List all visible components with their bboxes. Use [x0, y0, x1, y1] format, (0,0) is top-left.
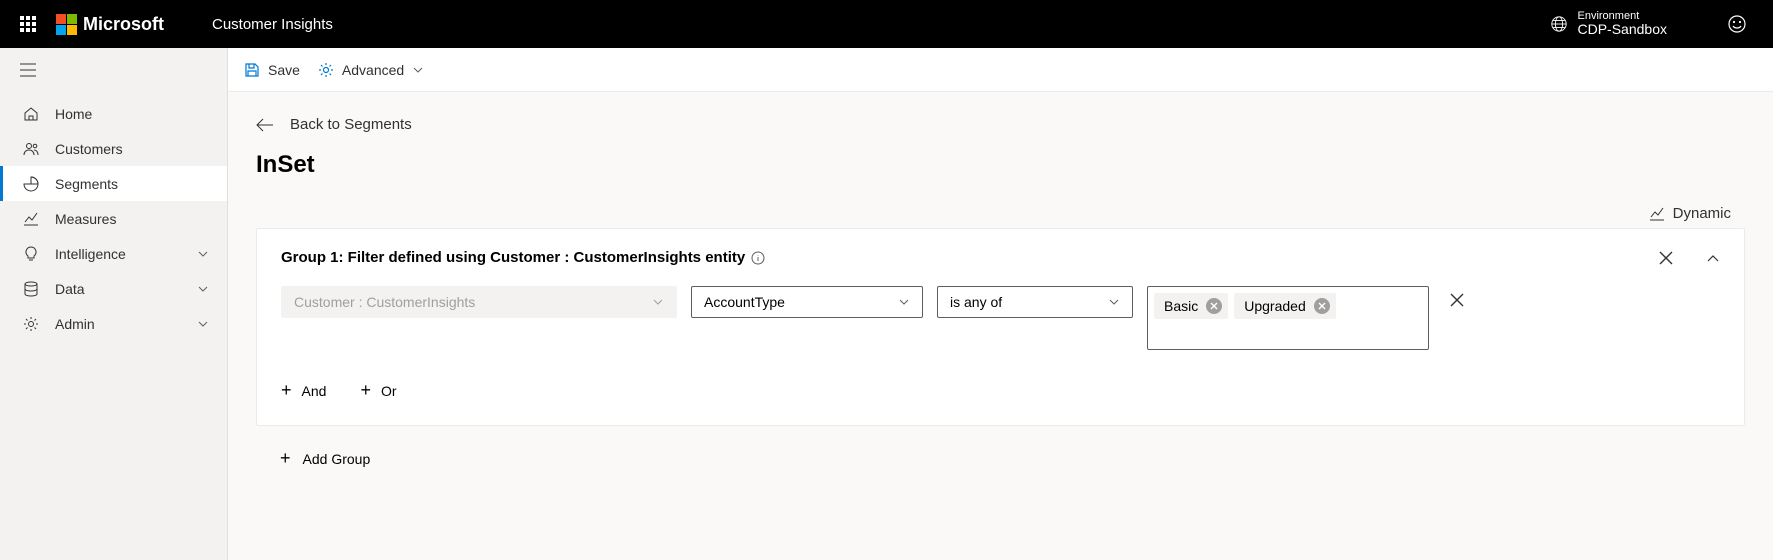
nav-label: Segments: [55, 176, 118, 192]
tag-label: Upgraded: [1244, 298, 1306, 314]
nav-label: Data: [55, 281, 85, 297]
filter-group: Group 1: Filter defined using Customer :…: [256, 228, 1745, 426]
nav-label: Customers: [55, 141, 123, 157]
collapse-group-button[interactable]: [1706, 251, 1720, 265]
group-title: Group 1: Filter defined using Customer :…: [281, 249, 745, 266]
chart-line-icon: [23, 211, 39, 227]
nav-home[interactable]: Home: [0, 96, 227, 131]
arrow-left-icon: [256, 118, 274, 132]
save-button[interactable]: Save: [244, 62, 300, 78]
nav-admin[interactable]: Admin: [0, 306, 227, 341]
environment-name: CDP-Sandbox: [1578, 22, 1668, 37]
brand-text: Microsoft: [83, 14, 164, 35]
value-tag: Basic: [1154, 293, 1228, 319]
entity-value: Customer : CustomerInsights: [294, 294, 475, 310]
value-tag: Upgraded: [1234, 293, 1336, 319]
topbar: Microsoft Customer Insights Environment …: [0, 0, 1773, 48]
info-icon[interactable]: [751, 251, 765, 265]
chevron-down-icon: [898, 296, 910, 308]
add-group-label: Add Group: [303, 451, 371, 467]
environment-text: Environment CDP-Sandbox: [1578, 10, 1668, 37]
advanced-label: Advanced: [342, 62, 404, 78]
remove-tag-button[interactable]: [1314, 298, 1330, 314]
field-selector[interactable]: AccountType: [691, 286, 923, 318]
save-icon: [244, 62, 260, 78]
plus-icon: +: [280, 448, 291, 469]
nav-measures[interactable]: Measures: [0, 201, 227, 236]
gear-icon: [318, 62, 334, 78]
plus-icon: +: [281, 380, 292, 401]
command-bar: Save Advanced: [228, 48, 1773, 92]
pie-icon: [23, 176, 39, 192]
nav-label: Intelligence: [55, 246, 126, 262]
back-link[interactable]: Back to Segments: [256, 116, 1745, 133]
nav-intelligence[interactable]: Intelligence: [0, 236, 227, 271]
chevron-down-icon: [197, 248, 209, 260]
mode-label: Dynamic: [1673, 205, 1731, 222]
tag-label: Basic: [1164, 298, 1198, 314]
chevron-down-icon: [1108, 296, 1120, 308]
sidebar: Home Customers Segments Measures: [0, 48, 228, 560]
gear-icon: [23, 316, 39, 332]
filter-condition-row: Customer : CustomerInsights AccountType …: [281, 286, 1720, 350]
lightbulb-icon: [23, 246, 39, 262]
entity-selector[interactable]: Customer : CustomerInsights: [281, 286, 677, 318]
microsoft-logo-icon: [56, 14, 77, 35]
nav-data[interactable]: Data: [0, 271, 227, 306]
chevron-down-icon: [412, 64, 424, 76]
add-or-button[interactable]: + Or: [360, 380, 396, 401]
save-label: Save: [268, 62, 300, 78]
segment-mode[interactable]: Dynamic: [256, 205, 1745, 222]
nav-label: Home: [55, 106, 92, 122]
environment-picker[interactable]: Environment CDP-Sandbox: [1550, 10, 1668, 37]
page-title: InSet: [256, 151, 1745, 179]
delete-group-button[interactable]: [1658, 250, 1674, 266]
plus-icon: +: [360, 380, 371, 401]
main-content: Save Advanced Back to Segments InSet: [228, 48, 1773, 560]
nav-label: Measures: [55, 211, 116, 227]
waffle-icon: [20, 16, 36, 32]
add-and-button[interactable]: + And: [281, 380, 326, 401]
chevron-down-icon: [197, 318, 209, 330]
nav-label: Admin: [55, 316, 95, 332]
advanced-button[interactable]: Advanced: [318, 62, 424, 78]
add-group-button[interactable]: + Add Group: [256, 448, 1745, 469]
people-icon: [23, 141, 39, 157]
feedback-button[interactable]: [1727, 14, 1747, 34]
home-icon: [23, 106, 39, 122]
app-launcher-button[interactable]: [8, 16, 48, 32]
operator-selector[interactable]: is any of: [937, 286, 1133, 318]
app-title: Customer Insights: [212, 16, 333, 33]
collapse-nav-button[interactable]: [0, 48, 227, 92]
back-label: Back to Segments: [290, 116, 412, 133]
or-label: Or: [381, 383, 397, 399]
value-input[interactable]: Basic Upgraded: [1147, 286, 1429, 350]
nav-segments[interactable]: Segments: [0, 166, 227, 201]
chart-icon: [1649, 206, 1665, 222]
operator-value: is any of: [950, 294, 1002, 310]
database-icon: [23, 281, 39, 297]
chevron-down-icon: [197, 283, 209, 295]
nav-customers[interactable]: Customers: [0, 131, 227, 166]
globe-icon: [1550, 15, 1568, 33]
remove-condition-button[interactable]: [1449, 286, 1465, 308]
field-value: AccountType: [704, 294, 785, 310]
and-label: And: [302, 383, 327, 399]
remove-tag-button[interactable]: [1206, 298, 1222, 314]
chevron-down-icon: [652, 296, 664, 308]
